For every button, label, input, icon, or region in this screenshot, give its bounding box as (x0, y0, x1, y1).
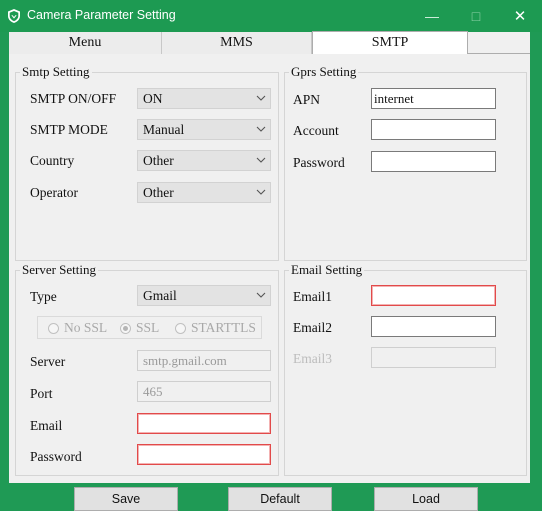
email-setting-title: Email Setting (289, 262, 365, 278)
maximize-button[interactable]: □ (454, 0, 498, 32)
ssl-radio-group: No SSL SSL STARTTLS (37, 316, 262, 339)
email3-label: Email3 (293, 351, 332, 366)
operator-value: Other (143, 185, 174, 200)
server-password-label: Password (30, 449, 82, 464)
tab-mms[interactable]: MMS (162, 32, 312, 54)
country-label: Country (30, 153, 75, 168)
no-ssl-label: No SSL (64, 320, 108, 335)
email-input[interactable] (137, 413, 271, 434)
chevron-down-icon (256, 157, 266, 163)
close-button[interactable]: ✕ (498, 0, 542, 32)
tab-menu[interactable]: Menu (9, 32, 162, 54)
tab-strip: Menu MMS SMTP (9, 31, 530, 54)
country-value: Other (143, 153, 174, 168)
smtp-onoff-value: ON (143, 91, 163, 106)
radio-checked-icon (120, 322, 131, 334)
server-input[interactable]: smtp.gmail.com (137, 350, 271, 371)
gprs-password-label: Password (293, 155, 345, 170)
account-label: Account (293, 123, 339, 138)
minimize-button[interactable]: — (410, 0, 454, 32)
radio-starttls[interactable]: STARTTLS (175, 320, 256, 336)
apn-input[interactable]: internet (371, 88, 496, 109)
account-input[interactable] (371, 119, 496, 140)
email-label: Email (30, 418, 63, 433)
chevron-down-icon (256, 126, 266, 132)
tab-smtp[interactable]: SMTP (312, 31, 468, 54)
smtp-onoff-label: SMTP ON/OFF (30, 91, 117, 106)
smtp-setting-title: Smtp Setting (20, 64, 92, 80)
chevron-down-icon (256, 292, 266, 298)
server-type-value: Gmail (143, 288, 177, 303)
starttls-label: STARTTLS (191, 320, 256, 335)
smtp-mode-value: Manual (143, 122, 185, 137)
smtp-tab-panel: Smtp Setting SMTP ON/OFF ON SMTP MODE Ma… (9, 54, 530, 483)
operator-select[interactable]: Other (137, 182, 271, 203)
port-label: Port (30, 386, 53, 401)
email2-input[interactable] (371, 316, 496, 337)
app-shield-icon (8, 9, 20, 23)
smtp-mode-label: SMTP MODE (30, 122, 108, 137)
radio-circle-icon (48, 322, 59, 334)
radio-ssl[interactable]: SSL (120, 320, 159, 336)
gprs-password-input[interactable] (371, 151, 496, 172)
title-bar: Camera Parameter Setting — □ ✕ (0, 0, 542, 32)
chevron-down-icon (256, 189, 266, 195)
gprs-setting-title: Gprs Setting (289, 64, 359, 80)
server-label: Server (30, 354, 66, 369)
radio-no-ssl[interactable]: No SSL (48, 320, 107, 336)
server-password-input[interactable] (137, 444, 271, 465)
operator-label: Operator (30, 185, 78, 200)
server-type-select[interactable]: Gmail (137, 285, 271, 306)
country-select[interactable]: Other (137, 150, 271, 171)
radio-circle-icon (175, 322, 186, 334)
port-input[interactable]: 465 (137, 381, 271, 402)
ssl-label: SSL (136, 320, 160, 335)
smtp-mode-select[interactable]: Manual (137, 119, 271, 140)
type-label: Type (30, 289, 57, 304)
default-button[interactable]: Default (228, 487, 332, 511)
chevron-down-icon (256, 95, 266, 101)
apn-label: APN (293, 92, 321, 107)
email1-label: Email1 (293, 289, 332, 304)
load-button[interactable]: Load (374, 487, 478, 511)
server-setting-title: Server Setting (20, 262, 99, 278)
email3-input[interactable] (371, 347, 496, 368)
window-title: Camera Parameter Setting (27, 8, 176, 22)
email2-label: Email2 (293, 320, 332, 335)
email1-input[interactable] (371, 285, 496, 306)
smtp-onoff-select[interactable]: ON (137, 88, 271, 109)
save-button[interactable]: Save (74, 487, 178, 511)
